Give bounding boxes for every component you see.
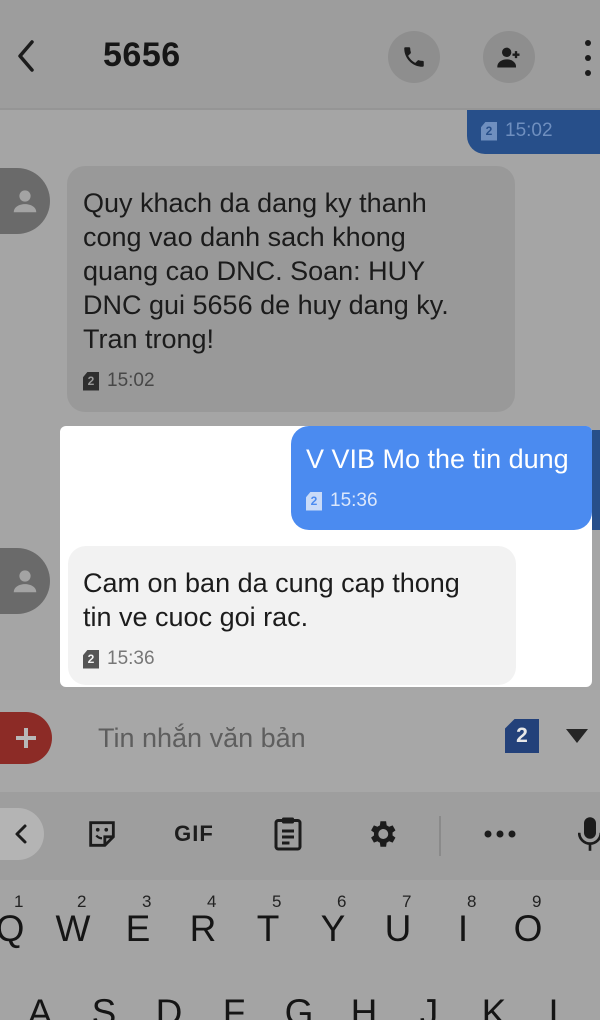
message-time: 15:02 bbox=[107, 370, 155, 391]
gif-button[interactable]: GIF bbox=[168, 812, 220, 856]
sim-icon: 2 bbox=[83, 649, 99, 669]
call-button[interactable] bbox=[388, 31, 440, 83]
more-vert-icon bbox=[585, 40, 591, 46]
contact-avatar[interactable] bbox=[0, 548, 50, 614]
message-line: Tran trong! bbox=[83, 324, 215, 354]
sticker-icon bbox=[89, 821, 115, 847]
message-input[interactable] bbox=[98, 720, 478, 756]
sim-icon: 2 bbox=[306, 491, 322, 511]
message-time: 15:36 bbox=[330, 490, 378, 511]
back-button[interactable] bbox=[8, 32, 48, 80]
person-icon bbox=[13, 190, 37, 213]
back-arrow-icon bbox=[18, 40, 34, 72]
message-line: Cam on ban da cung cap thong bbox=[83, 568, 460, 598]
phone-icon bbox=[404, 47, 424, 67]
more-options-button[interactable] bbox=[578, 38, 598, 78]
sent-message-previous[interactable]: 2 15:02 bbox=[467, 110, 600, 154]
more-horiz-icon bbox=[484, 830, 516, 838]
add-contact-button[interactable] bbox=[483, 31, 535, 83]
person-add-icon bbox=[497, 47, 520, 68]
sim-dropdown-button[interactable] bbox=[564, 726, 590, 746]
person-icon bbox=[13, 570, 37, 593]
sent-bubble-edge bbox=[592, 430, 600, 530]
toolbar-separator bbox=[439, 816, 441, 856]
message-time: 15:36 bbox=[107, 648, 155, 669]
message-time: 15:02 bbox=[505, 120, 553, 141]
contact-avatar[interactable] bbox=[0, 168, 50, 234]
message-line: quang cao DNC. Soan: HUY bbox=[83, 256, 426, 286]
sim-icon: 2 bbox=[83, 371, 99, 391]
received-message[interactable]: Quy khach da dang ky thanh cong vao danh… bbox=[67, 166, 515, 412]
plus-icon bbox=[16, 728, 36, 748]
keyboard-collapse-button[interactable] bbox=[0, 808, 44, 860]
conversation-title: 5656 bbox=[103, 36, 181, 74]
message-line: cong vao danh sach khong bbox=[83, 222, 406, 252]
clipboard-button[interactable] bbox=[268, 812, 308, 856]
clipboard-icon bbox=[274, 817, 302, 851]
sim-icon: 2 bbox=[481, 121, 497, 141]
message-line: DNC gui 5656 de huy dang ky. bbox=[83, 290, 449, 320]
message-text: V VIB Mo the tin dung bbox=[306, 444, 569, 474]
microphone-icon bbox=[578, 817, 600, 851]
sticker-button[interactable] bbox=[82, 812, 122, 856]
triangle-down-icon bbox=[566, 729, 588, 743]
add-attachment-button[interactable] bbox=[0, 712, 52, 764]
sim-select-button[interactable]: 2 bbox=[505, 719, 539, 753]
message-line: Quy khach da dang ky thanh bbox=[83, 188, 427, 218]
sent-message[interactable]: V VIB Mo the tin dung 2 15:36 bbox=[291, 426, 592, 530]
keyboard-keys: 1Q 2W 3E 4R 5T 6Y 7U 8I 9O P A S D F G H… bbox=[0, 880, 600, 1020]
message-line: tin ve cuoc goi rac. bbox=[83, 602, 309, 632]
received-message[interactable]: Cam on ban da cung cap thong tin ve cuoc… bbox=[68, 546, 516, 685]
app-header: 5656 bbox=[0, 0, 600, 108]
highlighted-messages-panel: V VIB Mo the tin dung 2 15:36 Cam on ban… bbox=[60, 426, 592, 687]
chevron-left-icon bbox=[15, 824, 27, 844]
gear-icon bbox=[371, 821, 396, 847]
settings-button[interactable] bbox=[362, 812, 402, 856]
voice-input-button[interactable] bbox=[578, 812, 600, 856]
more-tools-button[interactable] bbox=[478, 812, 522, 856]
keyboard-toolbar: GIF bbox=[0, 792, 600, 880]
